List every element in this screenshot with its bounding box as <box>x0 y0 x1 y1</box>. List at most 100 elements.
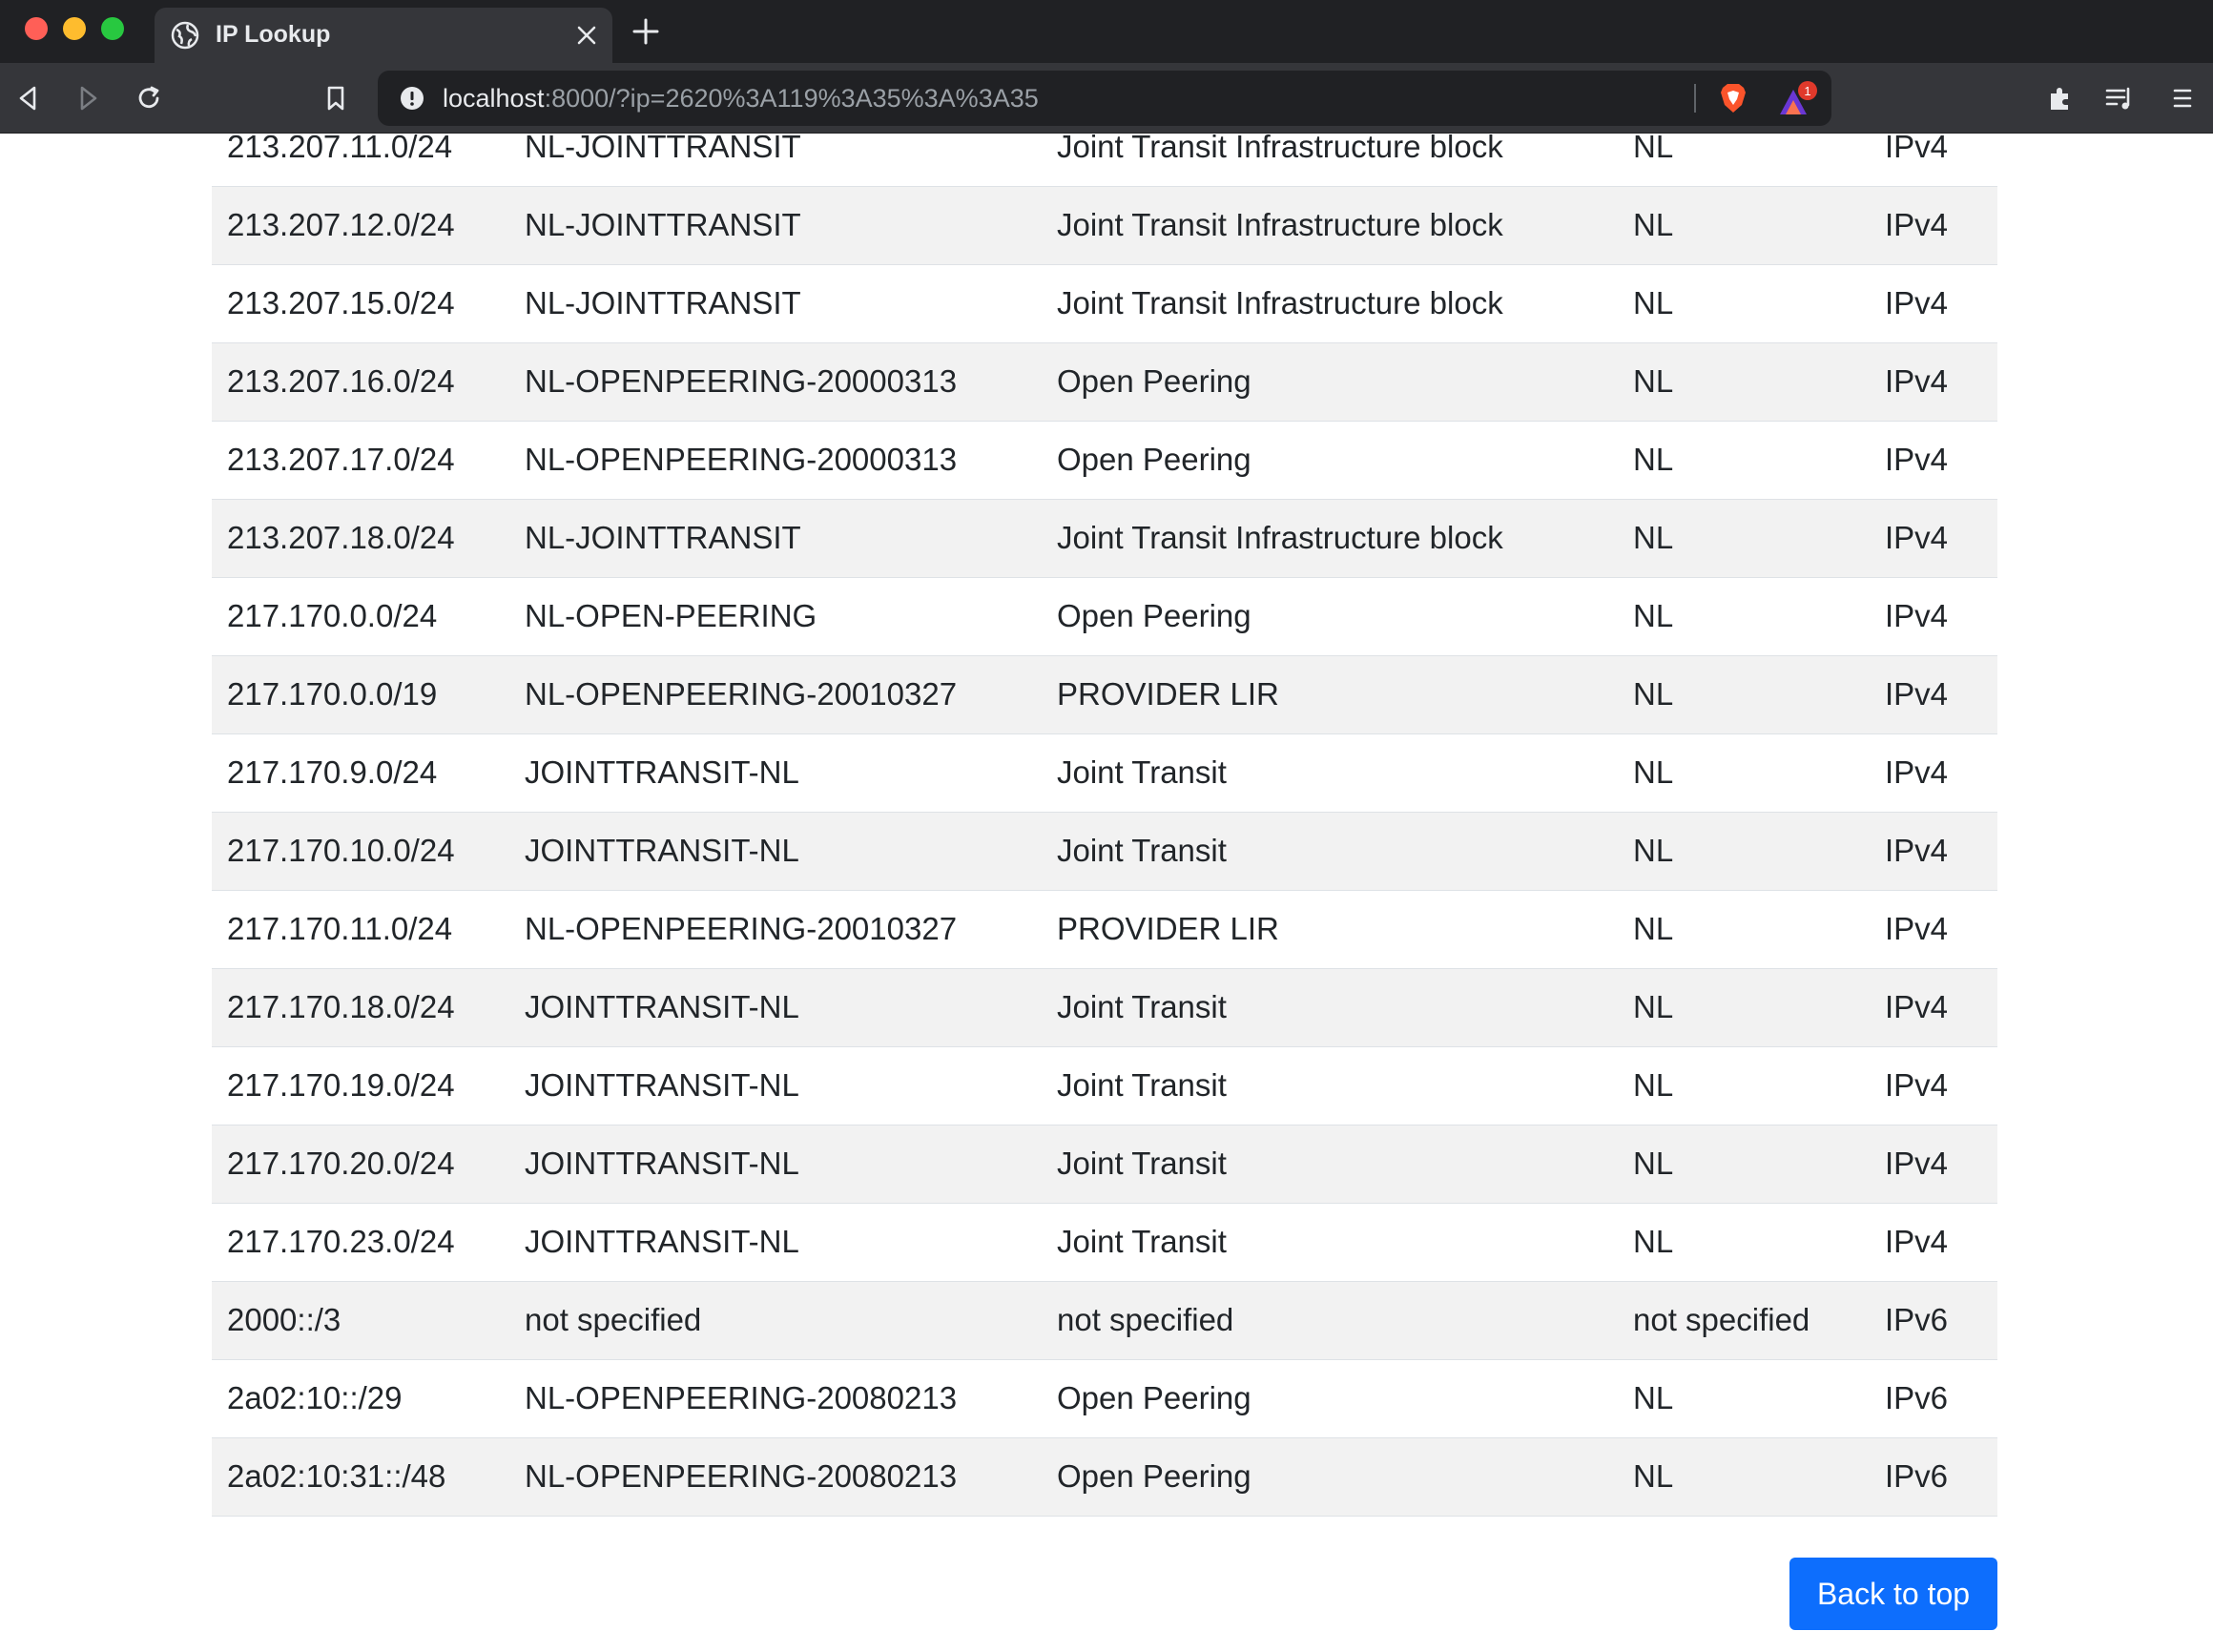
cell-description: Joint Transit <box>1042 1046 1618 1125</box>
cell-range: 213.207.17.0/24 <box>212 421 509 500</box>
address-divider <box>1694 84 1696 113</box>
cell-country: NL <box>1618 186 1870 265</box>
cell-description: Joint Transit <box>1042 1125 1618 1204</box>
cell-netname: NL-OPENPEERING-20000313 <box>509 342 1042 422</box>
brave-rewards-icon[interactable]: 1 <box>1776 80 1818 118</box>
cell-ip-version: IPv4 <box>1870 1046 1997 1125</box>
cell-ip-version: IPv4 <box>1870 499 1997 578</box>
cell-netname: JOINTTRANSIT-NL <box>509 1203 1042 1282</box>
browser-tab[interactable]: IP Lookup <box>155 8 612 63</box>
table-row: 217.170.23.0/24 JOINTTRANSIT-NL Joint Tran… <box>212 1203 1997 1282</box>
cell-ip-version: IPv4 <box>1870 968 1997 1047</box>
minimize-window-button[interactable] <box>63 17 86 40</box>
cell-netname: NL-OPENPEERING-20000313 <box>509 421 1042 500</box>
cell-range: 217.170.0.0/19 <box>212 655 509 734</box>
cell-range: 213.207.18.0/24 <box>212 499 509 578</box>
cell-country: NL <box>1618 264 1870 343</box>
cell-description: PROVIDER LIR <box>1042 655 1618 734</box>
cell-country: NL <box>1618 134 1870 187</box>
cell-range: 217.170.18.0/24 <box>212 968 509 1047</box>
brave-shield-icon[interactable] <box>1715 80 1751 116</box>
plus-icon[interactable] <box>631 17 660 46</box>
cell-description: Joint Transit Infrastructure block <box>1042 186 1618 265</box>
bookmark-icon[interactable] <box>319 81 353 115</box>
cell-description: PROVIDER LIR <box>1042 890 1618 969</box>
table-row: 213.207.11.0/24 NL-JOINTTRANSIT Joint Tran… <box>212 134 1997 187</box>
info-icon[interactable] <box>399 85 425 112</box>
cell-country: NL <box>1618 1359 1870 1438</box>
cell-netname: JOINTTRANSIT-NL <box>509 812 1042 891</box>
cell-range: 217.170.23.0/24 <box>212 1203 509 1282</box>
cell-netname: JOINTTRANSIT-NL <box>509 968 1042 1047</box>
maximize-window-button[interactable] <box>101 17 124 40</box>
table-row: 2a02:10::/29 NL-OPENPEERING-20080213 Open … <box>212 1359 1997 1438</box>
cell-netname: NL-JOINTTRANSIT <box>509 499 1042 578</box>
cell-range: 213.207.12.0/24 <box>212 186 509 265</box>
cell-description: not specified <box>1042 1281 1618 1360</box>
reload-icon[interactable] <box>132 81 166 115</box>
cell-netname: NL-OPENPEERING-20080213 <box>509 1359 1042 1438</box>
cell-ip-version: IPv4 <box>1870 186 1997 265</box>
cell-country: NL <box>1618 1125 1870 1204</box>
forward-icon[interactable] <box>71 81 105 115</box>
table-row: 213.207.18.0/24 NL-JOINTTRANSIT Joint Tran… <box>212 499 1997 578</box>
url-host: localhost <box>443 84 545 113</box>
close-window-button[interactable] <box>25 17 48 40</box>
cell-description: Open Peering <box>1042 1359 1618 1438</box>
cell-country: NL <box>1618 1203 1870 1282</box>
cell-ip-version: IPv4 <box>1870 655 1997 734</box>
cell-description: Joint Transit <box>1042 968 1618 1047</box>
cell-description: Open Peering <box>1042 577 1618 656</box>
cell-country: NL <box>1618 968 1870 1047</box>
cell-country: not specified <box>1618 1281 1870 1360</box>
table-row: 217.170.0.0/24 NL-OPEN-PEERING Open Peerin… <box>212 577 1997 656</box>
extensions-icon[interactable] <box>2043 81 2078 115</box>
cell-range: 217.170.10.0/24 <box>212 812 509 891</box>
url-path: :8000/?ip=2620%3A119%3A35%3A%3A35 <box>544 84 1039 113</box>
cell-range: 213.207.16.0/24 <box>212 342 509 422</box>
cell-country: NL <box>1618 499 1870 578</box>
cell-description: Joint Transit Infrastructure block <box>1042 499 1618 578</box>
cell-description: Open Peering <box>1042 342 1618 422</box>
cell-description: Open Peering <box>1042 1437 1618 1517</box>
close-icon[interactable] <box>576 25 597 46</box>
cell-description: Joint Transit Infrastructure block <box>1042 134 1618 187</box>
cell-country: NL <box>1618 812 1870 891</box>
cell-range: 213.207.15.0/24 <box>212 264 509 343</box>
cell-netname: JOINTTRANSIT-NL <box>509 733 1042 813</box>
table-row: 217.170.18.0/24 JOINTTRANSIT-NL Joint Tran… <box>212 968 1997 1047</box>
cell-ip-version: IPv4 <box>1870 264 1997 343</box>
cell-netname: NL-OPENPEERING-20010327 <box>509 655 1042 734</box>
cell-netname: NL-OPENPEERING-20080213 <box>509 1437 1042 1517</box>
menu-icon[interactable] <box>2165 81 2200 115</box>
cell-range: 2a02:10:31::/48 <box>212 1437 509 1517</box>
cell-country: NL <box>1618 421 1870 500</box>
cell-netname: not specified <box>509 1281 1042 1360</box>
playlist-icon[interactable] <box>2102 81 2137 115</box>
cell-ip-version: IPv4 <box>1870 342 1997 422</box>
cell-range: 213.207.11.0/24 <box>212 134 509 187</box>
table-row: 217.170.19.0/24 JOINTTRANSIT-NL Joint Tran… <box>212 1046 1997 1125</box>
cell-range: 217.170.0.0/24 <box>212 577 509 656</box>
cell-netname: JOINTTRANSIT-NL <box>509 1125 1042 1204</box>
browser-titlebar: IP Lookup <box>0 0 2213 63</box>
cell-range: 2a02:10::/29 <box>212 1359 509 1438</box>
browser-toolbar: localhost:8000/?ip=2620%3A119%3A35%3A%3A… <box>0 63 2213 134</box>
cell-country: NL <box>1618 733 1870 813</box>
address-bar[interactable]: localhost:8000/?ip=2620%3A119%3A35%3A%3A… <box>378 71 1831 126</box>
back-to-top-button[interactable]: Back to top <box>1789 1558 1997 1630</box>
back-icon[interactable] <box>11 81 46 115</box>
cell-ip-version: IPv4 <box>1870 733 1997 813</box>
table-row: 213.207.16.0/24 NL-OPENPEERING-20000313 Op… <box>212 342 1997 422</box>
table-row: 217.170.0.0/19 NL-OPENPEERING-20010327 PRO… <box>212 655 1997 734</box>
globe-icon <box>171 21 199 50</box>
url-text[interactable]: localhost:8000/?ip=2620%3A119%3A35%3A%3A… <box>443 84 1039 114</box>
cell-netname: JOINTTRANSIT-NL <box>509 1046 1042 1125</box>
cell-range: 217.170.19.0/24 <box>212 1046 509 1125</box>
cell-ip-version: IPv6 <box>1870 1281 1997 1360</box>
cell-ip-version: IPv4 <box>1870 421 1997 500</box>
rewards-badge-count: 1 <box>1804 84 1810 98</box>
table-row: 213.207.15.0/24 NL-JOINTTRANSIT Joint Tran… <box>212 264 1997 343</box>
cell-country: NL <box>1618 890 1870 969</box>
table-row: 217.170.10.0/24 JOINTTRANSIT-NL Joint Tran… <box>212 812 1997 891</box>
